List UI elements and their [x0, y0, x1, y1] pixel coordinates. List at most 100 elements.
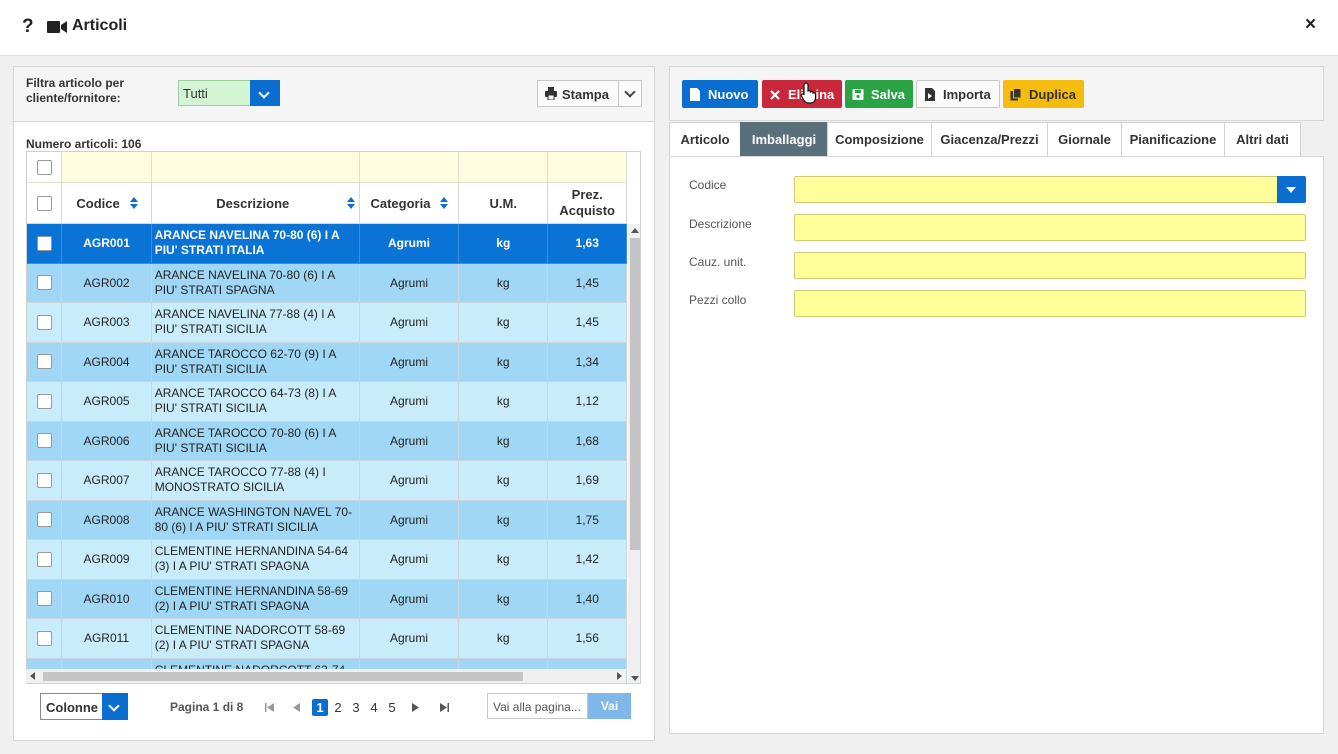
columns-dropdown-button[interactable] — [102, 693, 128, 720]
row-checkbox[interactable] — [36, 630, 52, 646]
row-checkbox[interactable] — [36, 433, 52, 449]
cell-desc: ARANCE TAROCCO 64-73 (8) I A PIU' STRATI… — [151, 382, 360, 422]
table-row[interactable]: AGR009 CLEMENTINE HERNANDINA 54-64 (3) I … — [27, 540, 628, 580]
page-1[interactable]: 1 — [312, 699, 328, 716]
pezzi-collo-field[interactable] — [794, 290, 1306, 317]
next-page-icon[interactable] — [412, 703, 419, 712]
cell-code: AGR001 — [62, 224, 152, 264]
tab-articolo[interactable]: Articolo — [669, 122, 741, 156]
tab-pianificazione[interactable]: Pianificazione — [1121, 122, 1225, 156]
new-button[interactable]: Nuovo — [682, 80, 758, 108]
page-2[interactable]: 2 — [330, 699, 346, 716]
header-descrizione[interactable]: Descrizione — [151, 183, 360, 224]
cauz-unit-field[interactable] — [794, 252, 1306, 279]
row-checkbox-cell — [27, 224, 63, 264]
row-checkbox[interactable] — [36, 591, 52, 607]
import-button[interactable]: Importa — [916, 80, 1000, 108]
tab-giacenza-prezzi[interactable]: Giacenza/Prezzi — [931, 122, 1048, 156]
filter-descrizione[interactable] — [151, 152, 360, 183]
tab-altri-dati[interactable]: Altri dati — [1224, 122, 1301, 156]
goto-page-button[interactable]: Vai — [588, 693, 631, 719]
row-checkbox[interactable] — [36, 551, 52, 567]
header-um[interactable]: U.M. — [459, 183, 549, 224]
filter-categoria[interactable] — [359, 152, 460, 183]
close-icon[interactable]: × — [1305, 14, 1316, 36]
row-checkbox[interactable] — [36, 472, 52, 488]
filter-select[interactable]: Tutti — [178, 80, 280, 106]
table-row[interactable]: AGR010 CLEMENTINE HERNANDINA 58-69 (2) I … — [27, 579, 628, 619]
filter-codice[interactable] — [62, 152, 152, 183]
sort-icon — [347, 197, 356, 209]
save-button[interactable]: Salva — [845, 80, 913, 108]
page-5[interactable]: 5 — [384, 699, 400, 716]
row-checkbox[interactable] — [36, 354, 52, 370]
cell-code: AGR007 — [62, 461, 152, 501]
row-checkbox[interactable] — [36, 314, 52, 330]
cell-code: AGR008 — [62, 500, 152, 540]
cell-desc: CLEMENTINE NADORCOTT 58-69 (2) I A PIU' … — [151, 619, 360, 659]
cell-um: kg — [459, 382, 549, 422]
cell-desc: ARANCE TAROCCO 77-88 (4) I MONOSTRATO SI… — [151, 461, 360, 501]
scroll-left-icon[interactable] — [30, 672, 35, 680]
scroll-thumb[interactable] — [630, 238, 640, 550]
first-page-icon[interactable] — [265, 703, 274, 712]
table-row[interactable]: AGR011 CLEMENTINE NADORCOTT 58-69 (2) I A… — [27, 619, 628, 659]
cell-code: AGR009 — [62, 540, 152, 580]
table-row[interactable]: AGR001 ARANCE NAVELINA 70-80 (6) I A PIU'… — [27, 224, 628, 264]
row-checkbox[interactable] — [36, 235, 52, 251]
print-button[interactable]: Stampa — [537, 80, 619, 107]
field-label-cauz-unit: Cauz. unit. — [689, 255, 747, 269]
table-row[interactable]: AGR008 ARANCE WASHINGTON NAVEL 70-80 (6) … — [27, 500, 628, 540]
filter-dropdown-button[interactable] — [250, 80, 280, 106]
pager: Colonne Pagina 1 di 8 1 2 3 4 5 Vai alla… — [14, 692, 654, 732]
filter-select-value: Tutti — [183, 86, 208, 101]
imballaggi-form: Codice Descrizione Cauz. unit. Pezzi col… — [669, 156, 1324, 734]
last-page-icon[interactable] — [440, 703, 449, 712]
table-row[interactable]: AGR007 ARANCE TAROCCO 77-88 (4) I MONOSTR… — [27, 461, 628, 501]
tab-imballaggi[interactable]: Imballaggi — [740, 122, 828, 156]
cell-um: kg — [459, 342, 549, 382]
field-label-codice: Codice — [689, 178, 727, 192]
columns-select-label: Colonne — [46, 700, 98, 715]
cell-desc: CLEMENTINE HERNANDINA 54-64 (3) I A PIU'… — [151, 540, 360, 580]
table-row[interactable]: AGR006 ARANCE TAROCCO 70-80 (6) I A PIU' … — [27, 421, 628, 461]
header-codice[interactable]: Codice — [62, 183, 152, 224]
filter-prezzo[interactable] — [548, 152, 627, 183]
caret-down-icon — [1286, 187, 1296, 193]
goto-page-input[interactable]: Vai alla pagina... — [487, 693, 588, 719]
table-row[interactable]: AGR004 ARANCE TAROCCO 62-70 (9) I A PIU' … — [27, 342, 628, 382]
horizontal-scrollbar[interactable] — [26, 669, 626, 683]
codice-dropdown-button[interactable] — [1277, 176, 1306, 203]
table-row[interactable]: AGR005 ARANCE TAROCCO 64-73 (8) I A PIU' … — [27, 382, 628, 422]
scroll-thumb[interactable] — [43, 672, 523, 681]
duplicate-button[interactable]: Duplica — [1003, 80, 1084, 108]
header-categoria[interactable]: Categoria — [359, 183, 460, 224]
help-icon[interactable]: ? — [22, 16, 34, 38]
row-checkbox[interactable] — [36, 512, 52, 528]
tab-composizione[interactable]: Composizione — [827, 122, 932, 156]
vertical-scrollbar[interactable] — [628, 224, 640, 683]
filter-um[interactable] — [459, 152, 549, 183]
scroll-down-icon[interactable] — [631, 676, 639, 681]
scroll-up-icon[interactable] — [631, 228, 639, 233]
header-prezzo[interactable]: Prez. Acquisto — [548, 183, 627, 224]
row-checkbox[interactable] — [36, 275, 52, 291]
print-options-button[interactable] — [618, 80, 642, 107]
codice-select[interactable] — [794, 176, 1306, 203]
select-all-checkbox[interactable] — [36, 159, 52, 175]
cell-price: 1,68 — [548, 421, 628, 461]
scroll-right-icon[interactable] — [617, 672, 622, 680]
descrizione-field[interactable] — [794, 214, 1306, 241]
header-checkbox[interactable] — [36, 195, 52, 211]
page-3[interactable]: 3 — [348, 699, 364, 716]
table-row[interactable]: AGR003 ARANCE NAVELINA 77-88 (4) I A PIU'… — [27, 303, 628, 343]
page-4[interactable]: 4 — [366, 699, 382, 716]
row-checkbox-cell — [27, 461, 63, 501]
row-checkbox[interactable] — [36, 393, 52, 409]
previous-page-icon[interactable] — [293, 703, 300, 712]
table-row[interactable]: AGR002 ARANCE NAVELINA 70-80 (6) I A PIU'… — [27, 263, 628, 303]
cell-price: 1,45 — [548, 303, 628, 343]
tab-giornale[interactable]: Giornale — [1047, 122, 1122, 156]
cell-code: AGR002 — [62, 263, 152, 303]
columns-select[interactable]: Colonne — [40, 693, 128, 720]
